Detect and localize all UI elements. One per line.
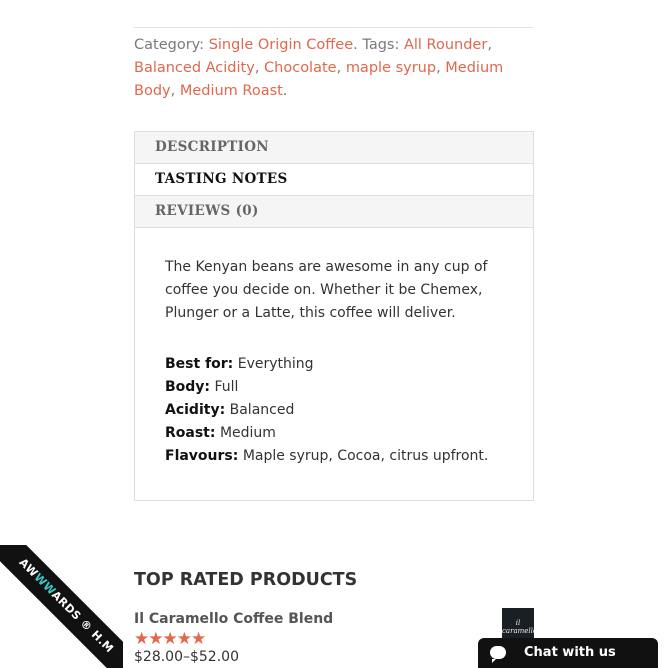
tag-link[interactable]: Balanced Acidity xyxy=(134,60,255,76)
top-rated-title: TOP RATED PRODUCTS xyxy=(134,570,358,590)
note-row: Acidity: Balanced xyxy=(165,399,503,422)
thumbnail-label: il caramello xyxy=(502,619,534,635)
chat-label: Chat with us xyxy=(524,645,616,660)
category-label: Category: xyxy=(134,37,205,53)
product-tabs: DESCRIPTION TASTING NOTES REVIEWS (0) Th… xyxy=(134,131,534,501)
note-key: Body: xyxy=(165,379,211,395)
note-row: Flavours: Maple syrup, Cocoa, citrus upf… xyxy=(165,445,503,468)
tab-description[interactable]: DESCRIPTION xyxy=(135,132,533,164)
product-price: $28.00–$52.00 xyxy=(134,649,239,665)
tags-label: . Tags: xyxy=(353,37,400,53)
product-thumbnail[interactable]: il caramello xyxy=(502,608,534,642)
note-value: Balanced xyxy=(229,402,295,418)
note-row: Body: Full xyxy=(165,376,503,399)
note-value: Maple syrup, Cocoa, citrus upfront. xyxy=(242,448,489,464)
meta-end: . xyxy=(282,83,288,99)
note-key: Acidity: xyxy=(165,402,226,418)
ribbon-suffix: ARDS ® H.M xyxy=(48,588,117,656)
tag-link[interactable]: All Rounder xyxy=(404,37,487,53)
tag-link[interactable]: Medium Roast xyxy=(180,83,283,99)
note-row: Best for: Everything xyxy=(165,353,503,376)
tag-link[interactable]: maple syrup xyxy=(346,60,436,76)
note-value: Full xyxy=(214,379,239,395)
note-value: Everything xyxy=(237,356,314,372)
tasting-notes-panel: The Kenyan beans are awesome in any cup … xyxy=(135,228,533,468)
note-key: Flavours: xyxy=(165,448,239,464)
rating-stars: ★★★★★ xyxy=(134,629,206,649)
chat-bubble-icon xyxy=(490,646,506,663)
chat-button[interactable]: Chat with us xyxy=(478,638,658,668)
product-link[interactable]: Il Caramello Coffee Blend xyxy=(134,611,333,627)
tasting-intro: The Kenyan beans are awesome in any cup … xyxy=(165,259,488,321)
tab-reviews[interactable]: REVIEWS (0) xyxy=(135,196,533,228)
ribbon-band: AWWWARDS ® H.M xyxy=(0,545,123,668)
category-link[interactable]: Single Origin Coffee xyxy=(209,37,353,53)
tag-link[interactable]: Chocolate xyxy=(264,60,337,76)
tab-tasting-notes[interactable]: TASTING NOTES xyxy=(135,164,533,196)
note-key: Best for: xyxy=(165,356,234,372)
awwwards-ribbon[interactable]: AWWWARDS ® H.M xyxy=(0,545,123,668)
top-divider xyxy=(134,27,534,28)
product-meta: Category: Single Origin Coffee. Tags: Al… xyxy=(134,37,504,99)
note-key: Roast: xyxy=(165,425,216,441)
note-row: Roast: Medium xyxy=(165,422,503,445)
note-value: Medium xyxy=(219,425,276,441)
